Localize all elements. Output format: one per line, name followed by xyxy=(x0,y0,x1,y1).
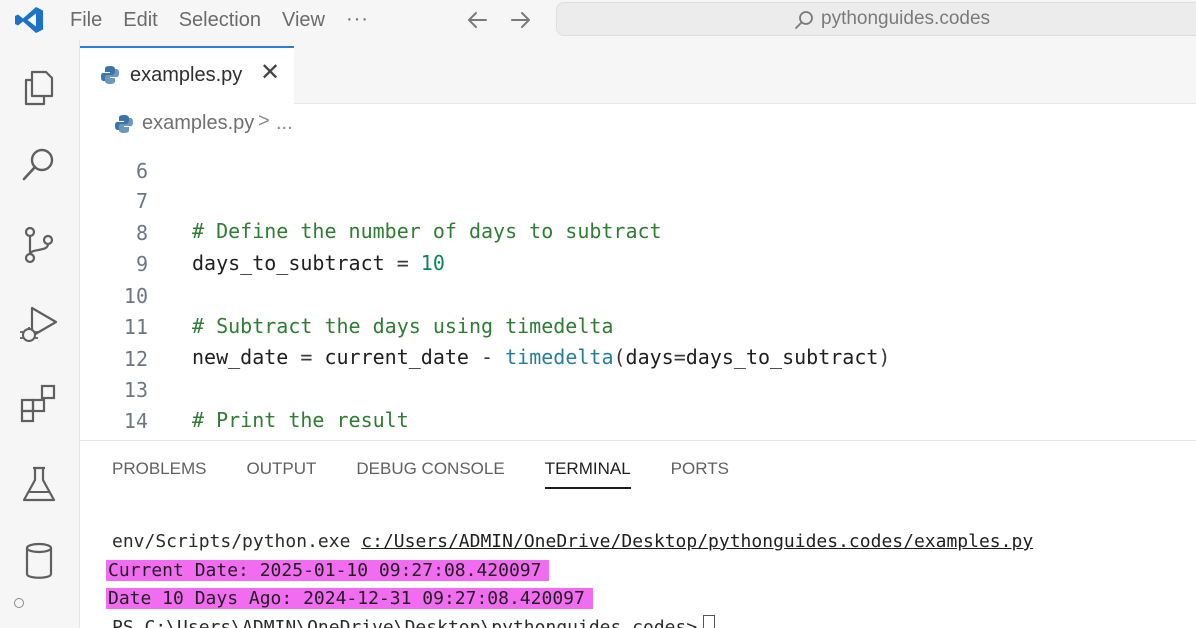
terminal-cursor xyxy=(703,615,716,628)
activity-bar xyxy=(0,40,80,628)
menu-selection[interactable]: Selection xyxy=(179,8,272,32)
terminal-output-past-date: Date 10 Days Ago: 2024-12-31 09:27:08.42… xyxy=(106,588,593,609)
title-bar: File Edit Selection View ··· pythonguide… xyxy=(0,0,1196,40)
terminal-command-line[interactable]: env/Scripts/python.exe c:/Users/ADMIN/On… xyxy=(112,528,1033,556)
python-file-icon xyxy=(115,115,133,133)
menu-file[interactable]: File xyxy=(70,8,113,32)
tab-problems[interactable]: PROBLEMS xyxy=(112,457,206,489)
close-icon[interactable]: ✕ xyxy=(260,60,280,86)
source-control-icon[interactable] xyxy=(18,224,60,266)
terminal-file-link[interactable]: c:/Users/ADMIN/OneDrive/Desktop/pythongu… xyxy=(361,531,1033,552)
terminal-prompt-line[interactable]: PS C:\Users\ADMIN\OneDrive\Desktop\pytho… xyxy=(112,614,716,628)
back-arrow-icon[interactable] xyxy=(464,6,492,34)
terminal-output-current-date: Current Date: 2025-01-10 09:27:08.420097 xyxy=(106,560,550,581)
menu-bar: File Edit Selection View ··· xyxy=(70,8,369,32)
command-center-search[interactable]: pythonguides.codes xyxy=(556,2,1196,36)
tab-output[interactable]: OUTPUT xyxy=(246,457,316,489)
tab-examples-py[interactable]: examples.py ✕ xyxy=(80,46,294,104)
tab-label: examples.py xyxy=(130,64,243,86)
menu-view[interactable]: View xyxy=(282,8,336,32)
database-icon[interactable] xyxy=(18,540,60,582)
code-line: 12 xyxy=(80,314,1196,371)
run-debug-icon[interactable] xyxy=(18,302,60,344)
terminal-prompt: PS C:\Users\ADMIN\OneDrive\Desktop\pytho… xyxy=(112,617,698,628)
chevron-right-icon: > xyxy=(258,110,270,132)
menu-edit[interactable]: Edit xyxy=(123,8,168,32)
testing-icon[interactable] xyxy=(18,464,60,506)
vscode-logo-icon[interactable] xyxy=(14,6,44,34)
panel-tabs: PROBLEMS OUTPUT DEBUG CONSOLE TERMINAL P… xyxy=(112,457,769,489)
breadcrumb: examples.py > ... xyxy=(80,104,1196,144)
tab-ports[interactable]: PORTS xyxy=(671,457,729,489)
code-editor[interactable]: 6 7 # Define the number of days to subtr… xyxy=(80,144,1196,440)
python-file-icon xyxy=(101,66,119,84)
code-line: 13 # Print the result xyxy=(80,345,1196,432)
code-line-active: 15 print("Date 10 Days Ago:", new_date) xyxy=(80,408,1196,438)
tab-terminal[interactable]: TERMINAL xyxy=(544,457,631,489)
code-line: 10 # Subtract the days using timedelta xyxy=(80,251,1196,338)
code-line: 6 xyxy=(80,144,1196,183)
code-line: 11 new_date = current_date - timedelta(d… xyxy=(80,282,1196,369)
code-line: 9 xyxy=(80,219,1196,276)
code-line: 8 days_to_subtract = 10 xyxy=(80,188,1196,275)
editor-tabs: examples.py ✕ xyxy=(80,40,1196,104)
explorer-icon[interactable] xyxy=(18,66,60,108)
terminal-command: env/Scripts/python.exe xyxy=(112,531,351,552)
search-icon xyxy=(795,11,813,29)
terminal-output-line[interactable]: Current Date: 2025-01-10 09:27:08.420097 xyxy=(106,557,550,585)
code-line: 14 print("Current Date:", current_date) xyxy=(80,376,1196,440)
tab-debug-console[interactable]: DEBUG CONSOLE xyxy=(356,457,504,489)
terminal-output-line[interactable]: Date 10 Days Ago: 2024-12-31 09:27:08.42… xyxy=(106,585,593,613)
breadcrumb-file[interactable]: examples.py xyxy=(142,112,254,135)
search-text: pythonguides.codes xyxy=(821,8,991,29)
code-line: 7 # Define the number of days to subtrac… xyxy=(80,156,1196,243)
search-view-icon[interactable] xyxy=(18,144,60,186)
breadcrumb-more[interactable]: ... xyxy=(276,112,293,135)
extensions-icon[interactable] xyxy=(18,382,60,424)
menu-more-icon[interactable]: ··· xyxy=(346,8,369,32)
forward-arrow-icon[interactable] xyxy=(506,6,534,34)
terminal-decoration-icon xyxy=(14,598,24,608)
